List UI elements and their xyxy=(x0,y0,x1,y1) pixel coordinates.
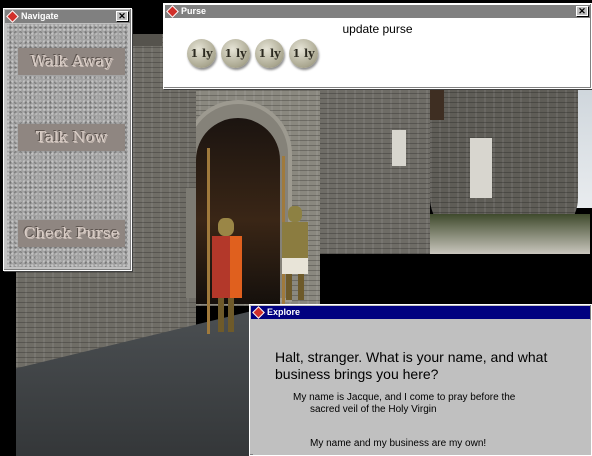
coin-1-ly[interactable]: 1 ly xyxy=(289,39,318,68)
explore-title: Explore xyxy=(267,307,301,317)
reply-option-1-line1: My name is Jacque, and I come to pray be… xyxy=(293,392,516,403)
purse-window: Purse ✕ update purse 1 ly 1 ly 1 ly 1 ly xyxy=(163,3,592,89)
guard-leg xyxy=(228,298,234,332)
navigate-window: Navigate ✕ Walk Away Talk Now Check Purs… xyxy=(3,8,132,271)
right-wall xyxy=(318,88,430,254)
walk-away-button[interactable]: Walk Away xyxy=(18,48,125,75)
reply-option-1[interactable]: My name is Jacque, and I come to pray be… xyxy=(293,392,583,416)
guard-leg xyxy=(286,274,292,300)
reply-option-1-line2: sacred veil of the Holy Virgin xyxy=(310,404,437,415)
explore-window: Explore Halt, stranger. What is your nam… xyxy=(249,304,592,456)
diamond-app-icon xyxy=(166,5,179,18)
update-purse-label: update purse xyxy=(342,22,413,36)
guard-helmet xyxy=(288,206,302,222)
purse-title: Purse xyxy=(181,6,207,16)
purse-titlebar[interactable]: Purse ✕ xyxy=(165,5,590,18)
tower-parapet xyxy=(132,34,162,46)
check-purse-button[interactable]: Check Purse xyxy=(18,220,125,247)
guard-tabard xyxy=(212,236,242,298)
explore-titlebar[interactable]: Explore xyxy=(251,306,590,319)
reply-option-2[interactable]: My name and my business are my own! xyxy=(310,438,580,450)
courtyard-ground xyxy=(430,214,590,254)
dialogue-panel: Halt, stranger. What is your name, and w… xyxy=(253,320,591,455)
guard-leg xyxy=(218,298,224,332)
diamond-app-icon xyxy=(6,10,19,23)
navigate-panel: Walk Away Talk Now Check Purse xyxy=(7,24,128,267)
close-x-icon[interactable]: ✕ xyxy=(116,11,128,21)
tower-stone-patch xyxy=(470,138,492,198)
coin-1-ly[interactable]: 1 ly xyxy=(255,39,284,68)
navigate-title: Navigate xyxy=(21,11,59,21)
guard-red-tabard[interactable] xyxy=(204,148,250,334)
close-x-icon[interactable]: ✕ xyxy=(576,6,588,16)
gate-post xyxy=(186,188,196,298)
diamond-app-icon xyxy=(252,306,265,319)
coin-1-ly[interactable]: 1 ly xyxy=(187,39,216,68)
guard-skirt xyxy=(282,258,308,274)
wall-stone-patch xyxy=(392,130,406,166)
guard-helmet xyxy=(218,218,234,236)
spear xyxy=(207,148,210,334)
navigate-titlebar[interactable]: Navigate ✕ xyxy=(5,10,130,23)
guard-mail-armor[interactable] xyxy=(276,156,312,306)
guard-dialogue-line: Halt, stranger. What is your name, and w… xyxy=(275,349,548,382)
coin-1-ly[interactable]: 1 ly xyxy=(221,39,250,68)
guard-leg xyxy=(298,274,304,300)
talk-now-button[interactable]: Talk Now xyxy=(18,124,125,151)
